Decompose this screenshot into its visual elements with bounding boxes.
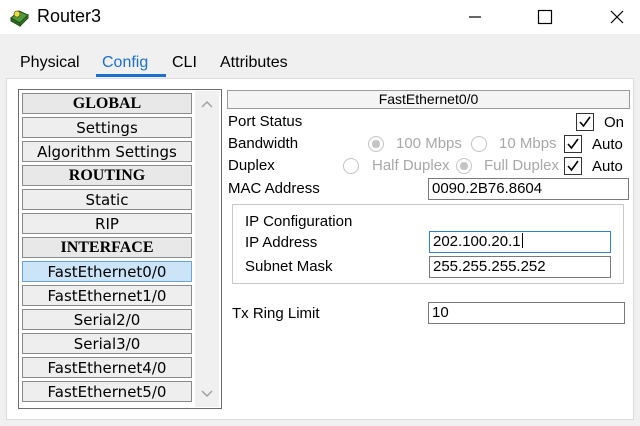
maximize-icon: [537, 9, 553, 25]
nav-item-fastethernet5-0[interactable]: FastEthernet5/0: [22, 381, 192, 402]
nav-item-fastethernet4-0[interactable]: FastEthernet4/0: [22, 357, 192, 378]
checkmark-icon: [579, 116, 591, 128]
nav-scrollbar[interactable]: [195, 91, 219, 407]
nav-item-fastethernet1-0[interactable]: FastEthernet1/0: [22, 285, 192, 306]
nav-header-global: GLOBAL: [22, 93, 192, 114]
mac-address-field[interactable]: 0090.2B76.8604: [428, 178, 629, 200]
nav-header-routing: ROUTING: [22, 165, 192, 186]
ip-address-field[interactable]: 202.100.20.1: [429, 231, 611, 253]
router-app-icon: [10, 10, 29, 28]
bandwidth-100-label: 100 Mbps: [396, 135, 462, 152]
nav-item-serial3-0[interactable]: Serial3/0: [22, 333, 192, 354]
ip-address-label: IP Address: [245, 234, 318, 251]
interface-settings: FastEthernet0/0 Port Status On Bandwidth…: [226, 89, 632, 409]
nav-item-rip[interactable]: RIP: [22, 213, 192, 234]
bandwidth-100-radio[interactable]: [368, 136, 384, 152]
port-status-label: Port Status: [228, 113, 303, 130]
checkmark-icon: [567, 160, 579, 172]
port-status-on-label: On: [604, 114, 625, 131]
bandwidth-auto-label: Auto: [592, 136, 623, 153]
minimize-button[interactable]: [452, 0, 498, 34]
tab-bar: Physical Config CLI Attributes: [6, 40, 634, 79]
tx-ring-limit-label: Tx Ring Limit: [232, 305, 320, 322]
close-icon: [610, 10, 624, 24]
bandwidth-10-radio[interactable]: [471, 136, 487, 152]
ip-configuration-title: IP Configuration: [245, 213, 353, 230]
full-duplex-label: Full Duplex: [484, 157, 560, 174]
config-nav-list: GLOBAL Settings Algorithm Settings ROUTI…: [18, 89, 222, 409]
bandwidth-10-label: 10 Mbps: [499, 135, 557, 152]
maximize-button[interactable]: [522, 0, 568, 34]
half-duplex-label: Half Duplex: [372, 157, 450, 174]
mac-address-label: MAC Address: [228, 180, 320, 197]
half-duplex-radio[interactable]: [343, 158, 359, 174]
title-bar: Router3: [0, 0, 640, 34]
minimize-icon: [469, 16, 481, 18]
nav-item-settings[interactable]: Settings: [22, 117, 192, 138]
duplex-auto-label: Auto: [592, 158, 623, 175]
nav-item-fastethernet0-0[interactable]: FastEthernet0/0: [22, 261, 192, 282]
nav-item-static[interactable]: Static: [22, 189, 192, 210]
tab-config[interactable]: Config: [102, 54, 148, 72]
text-caret: [521, 233, 523, 248]
tx-ring-limit-field[interactable]: 10: [428, 302, 625, 324]
full-duplex-radio[interactable]: [456, 158, 472, 174]
bandwidth-auto-checkbox[interactable]: [564, 135, 582, 153]
interface-title: FastEthernet0/0: [227, 90, 630, 109]
subnet-mask-field[interactable]: 255.255.255.252: [429, 256, 611, 278]
tab-cli[interactable]: CLI: [172, 54, 197, 72]
tab-attributes[interactable]: Attributes: [220, 54, 288, 72]
tab-physical[interactable]: Physical: [20, 54, 80, 72]
nav-item-serial2-0[interactable]: Serial2/0: [22, 309, 192, 330]
duplex-auto-checkbox[interactable]: [564, 157, 582, 175]
duplex-label: Duplex: [228, 157, 275, 174]
active-tab-indicator: [96, 74, 166, 77]
subnet-mask-label: Subnet Mask: [245, 258, 333, 275]
bandwidth-label: Bandwidth: [228, 135, 299, 152]
chevron-up-icon[interactable]: [201, 99, 213, 109]
nav-header-interface: INTERFACE: [22, 237, 192, 258]
nav-item-algorithm-settings[interactable]: Algorithm Settings: [22, 141, 192, 162]
close-button[interactable]: [594, 0, 640, 34]
port-status-checkbox[interactable]: [576, 113, 594, 131]
window-title: Router3: [37, 6, 102, 26]
ip-configuration-group: IP Configuration IP Address 202.100.20.1…: [232, 204, 624, 284]
checkmark-icon: [567, 138, 579, 150]
chevron-down-icon[interactable]: [201, 389, 213, 399]
ip-address-value: 202.100.20.1: [433, 233, 521, 250]
